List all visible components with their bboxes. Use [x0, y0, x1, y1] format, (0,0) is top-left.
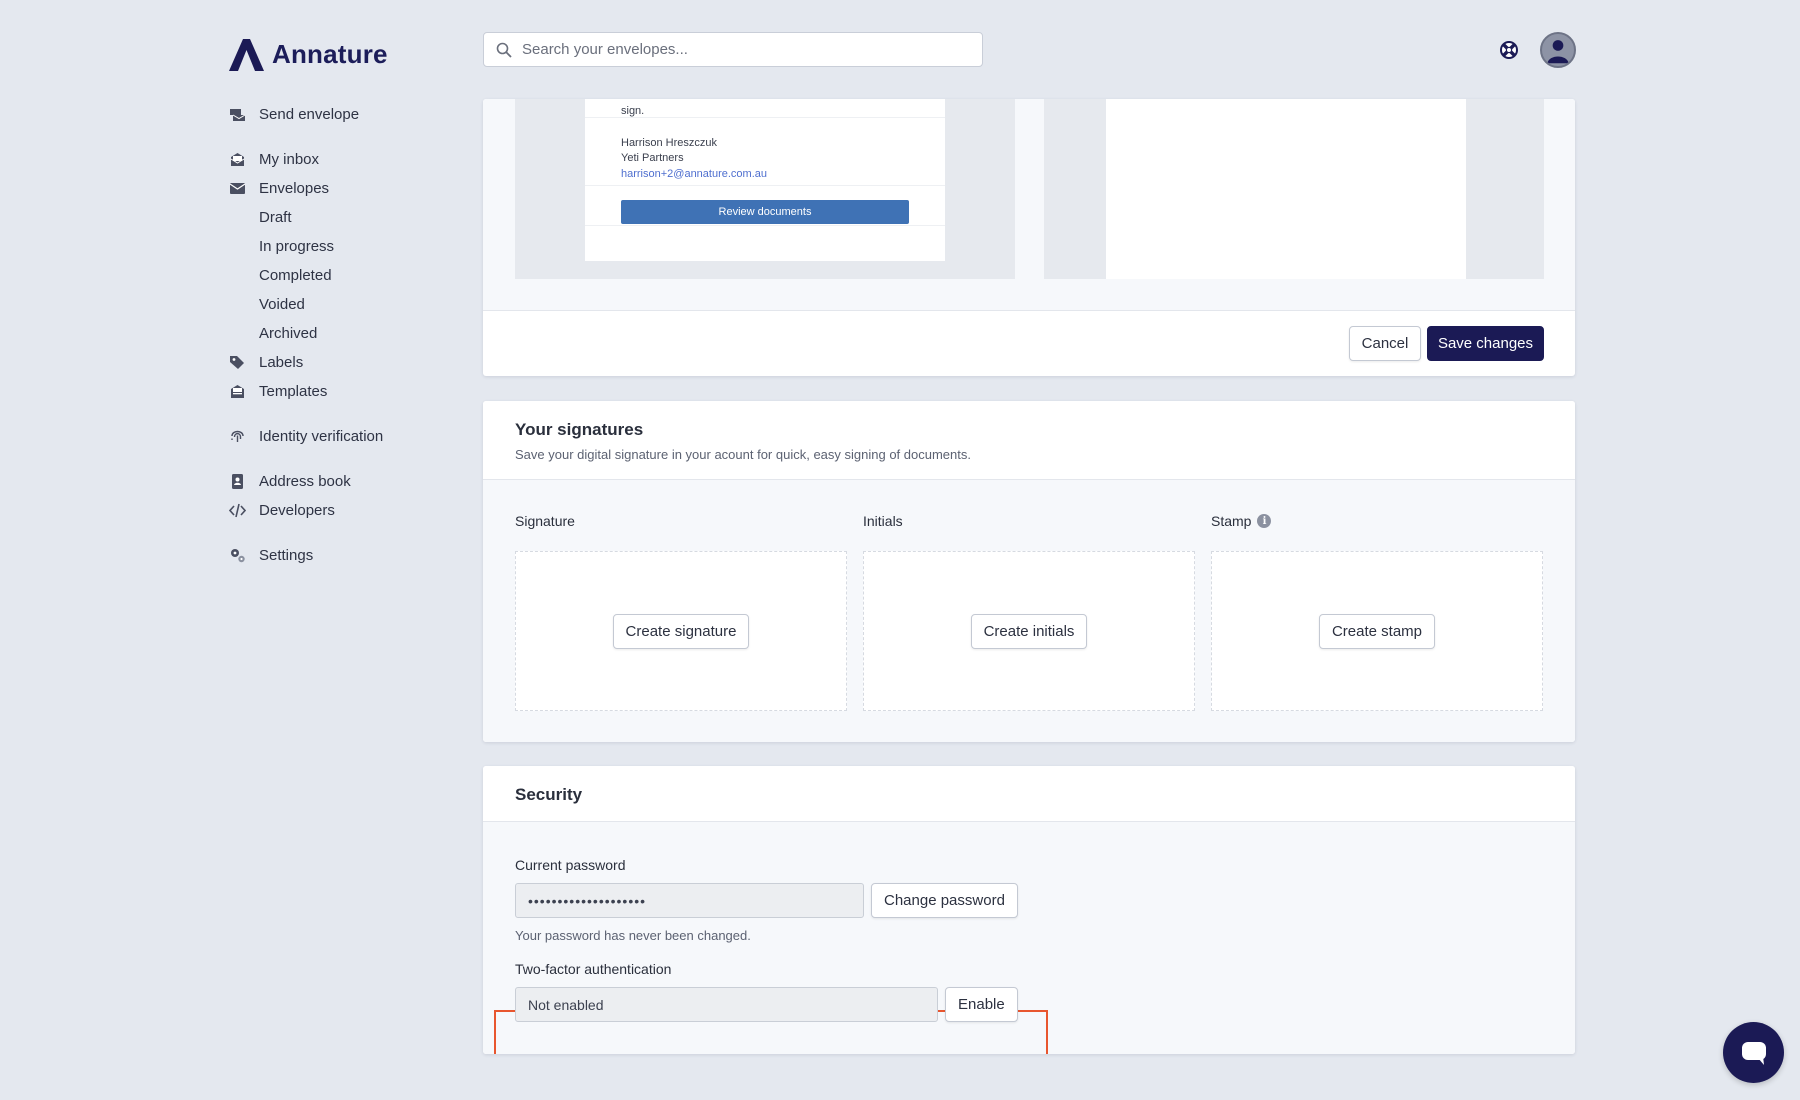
inbox-icon: [229, 151, 259, 168]
sidebar-item-address-book[interactable]: Address book: [229, 467, 449, 496]
user-icon: [1547, 40, 1569, 64]
blank-preview-page: [1106, 99, 1466, 279]
user-avatar[interactable]: [1540, 32, 1576, 68]
sidebar-item-archived[interactable]: Archived: [229, 319, 449, 348]
signatures-title: Your signatures: [515, 420, 644, 439]
signature-label: Signature: [515, 513, 575, 529]
sidebar-item-my-inbox[interactable]: My inbox: [229, 145, 449, 174]
security-body: Current password •••••••••••••••••••• Ch…: [483, 822, 1575, 1054]
sidebar-item-voided[interactable]: Voided: [229, 290, 449, 319]
send-envelope-icon: [229, 106, 259, 123]
sidebar-item-envelopes[interactable]: Envelopes: [229, 174, 449, 203]
signatures-body: Signature Create signature Initials Crea…: [483, 480, 1575, 742]
email-sender-name: Harrison Hreszczuk: [621, 137, 717, 149]
chat-launcher-button[interactable]: [1723, 1022, 1784, 1083]
sidebar-item-label: Templates: [259, 383, 328, 400]
signatures-header: Your signatures Save your digital signat…: [483, 401, 1575, 480]
envelope-icon: [229, 180, 259, 197]
email-sender-company: Yeti Partners: [621, 152, 684, 164]
create-stamp-button[interactable]: Create stamp: [1318, 613, 1436, 649]
divider: [585, 225, 945, 226]
code-icon: [229, 502, 259, 519]
sidebar-item-label: Send envelope: [259, 106, 360, 123]
security-header: Security: [483, 766, 1575, 822]
create-signature-button[interactable]: Create signature: [612, 613, 750, 649]
cancel-button[interactable]: Cancel: [1349, 326, 1421, 361]
sidebar-item-label: Archived: [259, 325, 318, 342]
app-name: Annature: [272, 38, 388, 69]
sidebar-item-templates[interactable]: Templates: [229, 377, 449, 406]
sidebar-item-label: My inbox: [259, 151, 320, 168]
current-password-field[interactable]: ••••••••••••••••••••: [515, 883, 864, 918]
sidebar-item-label: Completed: [259, 267, 332, 284]
tag-icon: [229, 354, 259, 371]
sidebar-item-label: Voided: [259, 296, 305, 313]
sidebar-item-identity-verification[interactable]: Identity verification: [229, 422, 449, 451]
create-initials-button[interactable]: Create initials: [970, 613, 1088, 649]
security-card: Security Current password ••••••••••••••…: [483, 766, 1575, 1054]
sidebar-item-label: Settings: [259, 547, 314, 564]
sidebar-item-label: Identity verification: [259, 428, 384, 445]
search-icon: [496, 42, 512, 58]
sidebar-item-labels[interactable]: Labels: [229, 348, 449, 377]
review-documents-button: Review documents: [621, 200, 909, 224]
fingerprint-icon: [229, 428, 259, 445]
sidebar-item-label: In progress: [259, 238, 335, 255]
divider: [585, 185, 945, 186]
sidebar-item-label: Envelopes: [259, 180, 330, 197]
email-preview-area: sign. Harrison Hreszczuk Yeti Partners h…: [483, 99, 1575, 311]
sidebar-item-settings[interactable]: Settings: [229, 541, 449, 570]
sidebar-item-draft[interactable]: Draft: [229, 203, 449, 232]
password-help-text: Your password has never been changed.: [515, 928, 751, 943]
sidebar-item-in-progress[interactable]: In progress: [229, 232, 449, 261]
sidebar-item-label: Labels: [259, 354, 304, 371]
change-password-button[interactable]: Change password: [871, 883, 1018, 918]
email-sender-address: harrison+2@annature.com.au: [621, 168, 768, 180]
security-title: Security: [515, 785, 583, 804]
two-factor-status-field: Not enabled: [515, 987, 938, 1022]
signature-dropzone: Create signature: [515, 551, 847, 711]
search-input[interactable]: [522, 41, 962, 58]
enable-two-factor-button[interactable]: Enable: [945, 987, 1018, 1022]
email-preview-desktop: sign. Harrison Hreszczuk Yeti Partners h…: [515, 99, 1015, 279]
info-icon[interactable]: i: [1257, 514, 1272, 528]
save-changes-button[interactable]: Save changes: [1427, 326, 1544, 361]
help-lifebuoy-icon[interactable]: [1498, 39, 1520, 61]
current-password-label: Current password: [515, 857, 626, 873]
email-template-card: sign. Harrison Hreszczuk Yeti Partners h…: [483, 99, 1575, 376]
divider: [585, 117, 945, 118]
sidebar-item-label: Draft: [259, 209, 292, 226]
sidebar-item-developers[interactable]: Developers: [229, 496, 449, 525]
signatures-card: Your signatures Save your digital signat…: [483, 401, 1575, 742]
chat-bubble-icon: [1741, 1041, 1766, 1065]
sidebar-item-label: Address book: [259, 473, 351, 490]
initials-dropzone: Create initials: [863, 551, 1195, 711]
stamp-dropzone: Create stamp: [1211, 551, 1543, 711]
sidebar-nav: Send envelope My inbox Envelopes Draft I…: [229, 100, 449, 570]
two-factor-label: Two-factor authentication: [515, 961, 672, 977]
sidebar-item-label: Developers: [259, 502, 335, 519]
signatures-subtitle: Save your digital signature in your acou…: [515, 447, 971, 462]
search-bar[interactable]: [483, 32, 983, 67]
gears-icon: [229, 547, 259, 564]
annature-logo-mark-icon: [229, 39, 264, 71]
initials-label: Initials: [863, 513, 903, 529]
address-book-icon: [229, 473, 259, 490]
annature-logo[interactable]: Annature: [229, 34, 388, 74]
templates-icon: [229, 383, 259, 400]
sidebar-item-completed[interactable]: Completed: [229, 261, 449, 290]
sidebar-item-send-envelope[interactable]: Send envelope: [229, 100, 449, 129]
email-preview: sign. Harrison Hreszczuk Yeti Partners h…: [585, 99, 945, 261]
email-sign-text: sign.: [621, 105, 645, 117]
email-preview-secondary: [1044, 99, 1544, 279]
stamp-label: Stamp i: [1211, 513, 1272, 529]
